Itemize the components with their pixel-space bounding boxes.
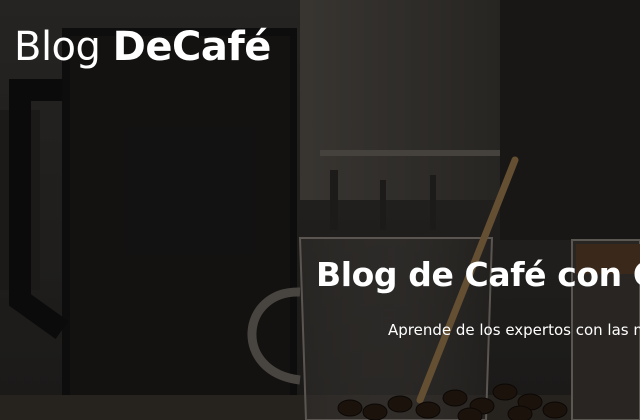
hero-section: Blog DeCafé Blog de Café con Co Aprende … [0,0,640,420]
hero-title: Blog de Café con Co [316,255,640,294]
hero-subtitle: Aprende de los expertos con las m [388,321,640,339]
logo-bold-text: DeCafé [112,24,272,70]
logo-regular-text: Blog [14,24,113,70]
site-logo[interactable]: Blog DeCafé [14,22,271,72]
